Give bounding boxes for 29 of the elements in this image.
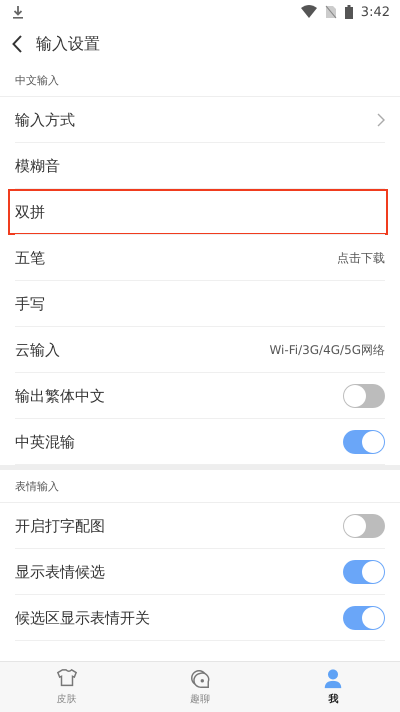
download-icon bbox=[12, 5, 24, 19]
section-header: 中文输入 bbox=[0, 64, 400, 97]
settings-row[interactable]: 五笔 点击下载 bbox=[0, 235, 400, 281]
settings-row[interactable]: 输入方式 bbox=[0, 97, 400, 143]
settings-row[interactable]: 显示表情候选 bbox=[0, 549, 400, 595]
nav-tab[interactable]: 我 bbox=[266, 662, 400, 712]
toggle-switch[interactable] bbox=[343, 560, 385, 584]
settings-row[interactable]: 开启打字配图 bbox=[0, 503, 400, 549]
toggle-switch[interactable] bbox=[343, 430, 385, 454]
toggle-switch[interactable] bbox=[343, 384, 385, 408]
toggle-switch[interactable] bbox=[343, 606, 385, 630]
settings-row[interactable]: 手写 bbox=[0, 281, 400, 327]
settings-row[interactable]: 输出繁体中文 bbox=[0, 373, 400, 419]
chevron-right-icon bbox=[377, 113, 385, 127]
page-title: 输入设置 bbox=[36, 34, 100, 54]
back-icon bbox=[12, 35, 22, 53]
status-time: 3:42 bbox=[360, 4, 390, 20]
settings-row[interactable]: 模糊音 bbox=[0, 143, 400, 189]
back-button[interactable] bbox=[12, 35, 22, 53]
settings-row[interactable]: 双拼 bbox=[0, 189, 400, 235]
settings-row[interactable]: 中英混输 bbox=[0, 419, 400, 465]
settings-row[interactable]: 云输入 Wi-Fi/3G/4G/5G网络 bbox=[0, 327, 400, 373]
toggle-switch[interactable] bbox=[343, 514, 385, 538]
section-header: 表情输入 bbox=[0, 470, 400, 503]
settings-row[interactable]: 候选区显示表情开关 bbox=[0, 595, 400, 641]
wifi-icon bbox=[300, 5, 317, 19]
battery-icon bbox=[344, 5, 353, 19]
no-sim-icon bbox=[324, 5, 337, 19]
chat-bubble-icon bbox=[188, 668, 211, 690]
